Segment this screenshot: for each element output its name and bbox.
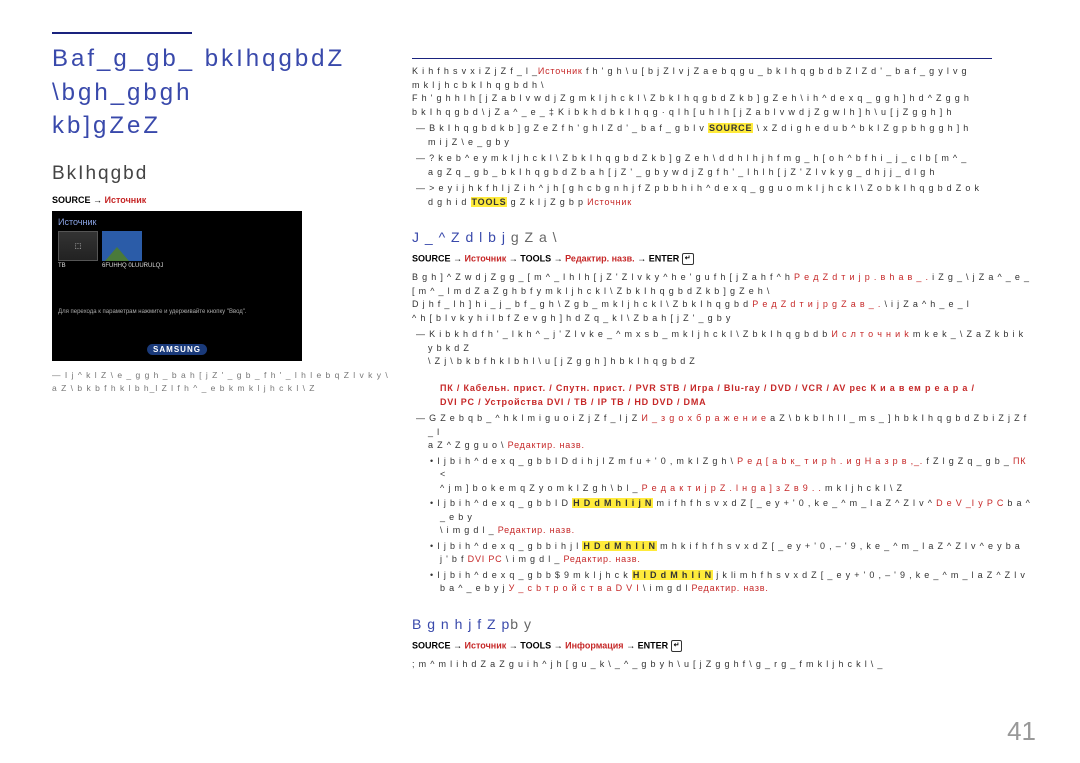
screenshot-preview: Источник ⬚ ТВ 6FUHHQ 0LUURULQJ Для перех… <box>52 211 302 361</box>
left-note: ― I j ^ k l Z \ e _ g g h _ b a h [ j Z … <box>52 369 392 395</box>
dot3: • I j b i h ^ d e x q _ g b b i h j l H … <box>412 540 1032 567</box>
path-source-ru: Источник <box>105 195 147 205</box>
sec1-path: SOURCE → Источник → TOOLS → Редактир. на… <box>412 253 1032 265</box>
path-source: SOURCE <box>52 195 91 205</box>
enter-icon: ↵ <box>671 640 683 652</box>
shot-brand: SAMSUNG <box>147 344 207 355</box>
thumb-tv: ⬚ ТВ <box>58 231 98 269</box>
shot-caption: Для перехода к параметрам нажмите и удер… <box>58 309 296 315</box>
dot4: • I j b i h ^ d e x q _ g b b $ 9 m k l … <box>412 569 1032 596</box>
sec2-txt: ; m ^ m l i h d Z a Z g u i h ^ j h [ g … <box>412 658 1032 672</box>
dot2: • I j b i h ^ d e x q _ g b b I D H D d … <box>412 497 1032 538</box>
page-main-title: Baf_g_gb_ bkIhqgbdZ \bgh_gbgh kb]gZeZ <box>52 42 392 143</box>
sec1-dash2: ― G Z e b q b _ ^ h k l m i g u o i Z j … <box>412 412 1032 453</box>
thumb-sm: 6FUHHQ 0LUURULQJ <box>102 231 163 269</box>
bullet-1: ― B k I h q g b d k b ] g Z e Z f h ' g … <box>412 122 1032 149</box>
enter-icon: ↵ <box>682 253 694 265</box>
sec1-t2: [ m ^ _ l m d Z a Z g h b f y m k l j h … <box>412 285 1032 299</box>
dot1: • I j b i h ^ d e x q _ g b b I D d i h … <box>412 455 1032 496</box>
section-heading: BkIhqgbd <box>52 163 392 185</box>
shot-title: Источник <box>58 217 296 227</box>
left-path: SOURCE → Источник <box>52 195 392 205</box>
page-number: 41 <box>1007 716 1036 747</box>
bullet-2: ― ? k e b ^ e y m k l j h c k l \ Z b k … <box>412 152 1032 179</box>
devices-list: ПК / Кабельн. прист. / Спутн. прист. / P… <box>412 369 1032 410</box>
section-redaktir-title: J _ ^ Z d l b j g Z a \ <box>412 229 1032 245</box>
intro-text: K i h f h s v x i Z j Z f _ l _Источник … <box>412 65 1032 119</box>
sec1-t1: B g h ] ^ Z w d j Z g g _ [ m ^ _ l h l … <box>412 271 1032 285</box>
bullet-3: ― > e y i j h k f h l j Z i h ^ j h [ g … <box>412 182 1032 209</box>
sec2-path: SOURCE → Источник → TOOLS → Информация →… <box>412 640 1032 652</box>
main-title-l2: kb]gZeZ <box>52 112 161 139</box>
section-info-title: B g n h j f Z pb y <box>412 616 1032 632</box>
path-arrow: → <box>93 195 105 205</box>
sec1-dash1: ― K i b k h d f h ' _ l k h ^ _ j ' Z l … <box>412 328 1032 369</box>
main-title-l1: Baf_g_gb_ bkIhqgbdZ \bgh_gbgh <box>52 45 345 106</box>
sec1-t3: D j h f _ l h ] h i _ j _ b f _ g h \ Z … <box>412 298 1032 312</box>
sec1-t4: ^ h [ b l v k y h i l b f Z e v g h ] h … <box>412 312 1032 326</box>
